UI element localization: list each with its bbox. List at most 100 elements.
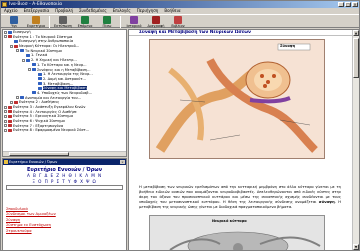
tree-horizontal-scrollbar[interactable] — [3, 151, 126, 156]
book-icon — [8, 128, 12, 132]
toolbar-button-hide[interactable]: Υψι — [3, 15, 25, 28]
tree-item-label: Εισαγωγή στην Ανθρωποποιία — [19, 39, 74, 44]
tree-rows: Εισαγωγή Ενότητα 1 : Το Νευρικό Σύστημα Ει… — [3, 30, 126, 133]
minimize-button[interactable]: _ — [338, 2, 344, 7]
tree-item-label: Συνάψεις και η Μεταβίβαση... — [37, 67, 91, 72]
scroll-up-icon[interactable]: ▲ — [353, 30, 359, 36]
index-panel: Ευρετήριο Εννοιών / Όρων × Ευρετήριο Ενν… — [2, 158, 127, 251]
toolbar-button-label: Ιστορικό — [126, 24, 142, 28]
tree-item-label: 2. Δομή και Αστροκύτ... — [43, 76, 86, 81]
index-panel-titlebar: Ευρετήριο Εννοιών / Όρων × — [3, 159, 126, 165]
collapse-icon[interactable] — [4, 30, 7, 34]
toolbar-button-label: Διαγραφή — [147, 24, 165, 28]
toolbar-button-print[interactable]: Εκτύπωση — [52, 15, 74, 28]
expand-icon[interactable] — [4, 128, 7, 132]
book-icon — [8, 105, 12, 109]
toolbar-button-back[interactable]: Πίσω — [96, 15, 118, 28]
tree-item-label: Ενότητα 3 : Ανάπτυξη Εγκεφάλου Κινών — [13, 105, 86, 109]
book-icon — [38, 86, 42, 90]
content-vertical-scrollbar[interactable]: ▲ ▼ — [352, 30, 359, 250]
toolbar-button-book[interactable]: Βιβλίον — [167, 15, 189, 28]
expand-icon[interactable] — [4, 119, 7, 123]
paragraph-bold-term: σύναψη — [318, 200, 335, 204]
toolbar-button-label: Βιβλίον — [171, 24, 185, 28]
contents-tree[interactable]: Εισαγωγή Ενότητα 1 : Το Νευρικό Σύστημα Ει… — [2, 29, 127, 157]
expand-icon[interactable] — [4, 114, 7, 118]
neuron-illustration: Νευρικό κύτταρο — [149, 215, 325, 250]
scroll-thumb[interactable] — [9, 152, 69, 156]
tree-item-label: Ανατομία και Λειτουργία του... — [25, 95, 82, 100]
book-icon — [32, 91, 36, 95]
toolbar-button-delete[interactable]: Διαγραφή — [145, 15, 167, 28]
expand-icon[interactable] — [4, 124, 7, 128]
book-icon — [20, 96, 24, 100]
index-panel-title: Ευρετήριο Εννοιών / Όρων — [9, 160, 58, 164]
hide-icon — [10, 16, 18, 24]
book-icon — [8, 124, 12, 128]
history-icon — [130, 16, 138, 24]
book-icon — [20, 49, 24, 53]
tree-item-label: 1. Γενικά — [31, 53, 48, 58]
close-button[interactable]: × — [352, 2, 358, 7]
tree-item[interactable]: Ενότητα 8 : Εφαρμοσμένα Νευρικό Σύστ... — [3, 128, 126, 133]
application-window: Ινα-Βιοσ - Α-Εθανοποιία _ □ × Αρχείο Επε… — [0, 0, 360, 251]
index-panel-icon — [4, 160, 8, 164]
content-pane: Σύναψη και Μεταβίβαση των Νευρικών Ώσεων… — [128, 29, 360, 251]
book-icon — [14, 44, 18, 48]
book-icon — [32, 63, 36, 67]
collapse-icon[interactable] — [22, 58, 25, 62]
forward-icon — [81, 16, 89, 24]
tree-item-label: Ενότητα 2 : Αισθήσεις — [19, 100, 60, 105]
tree-item-label: Το Νευρικό Σύστημα — [25, 48, 62, 53]
figure-label-synapse: Σύναψη — [280, 44, 296, 48]
toolbar-button-index[interactable]: Ευρετήριο — [25, 15, 47, 28]
toolbar-button-label: Επόμενο — [77, 24, 93, 28]
scroll-down-icon[interactable]: ▼ — [353, 244, 359, 250]
book-icon — [14, 39, 18, 43]
index-search-input[interactable] — [6, 185, 123, 190]
scroll-thumb[interactable] — [353, 38, 359, 78]
index-term-list: Σπονδυλικά Σύνδεσμοι των Αμινοξέων Σύναψη Σ… — [3, 206, 126, 233]
book-icon — [38, 72, 42, 76]
book-icon — [38, 77, 42, 81]
content-paragraph: Η μεταβίβαση των νευρικών ερεθισμάτων απ… — [139, 185, 341, 210]
toolbar-button-label: Ευρετήριο — [26, 24, 46, 28]
book-icon — [26, 58, 30, 62]
tree-item-label: 2. Η Χημική και Ηλεκτρ... — [31, 58, 77, 63]
collapse-icon[interactable] — [28, 68, 31, 71]
toolbar-button-label: Πίσω — [102, 24, 112, 28]
tree-item-label: Ενότητα 1 : Το Νευρικό Σύστημα — [13, 34, 73, 39]
expand-icon[interactable] — [4, 110, 7, 114]
tree-item-label: Ενότητα 5 : Ερευνητικά Σύστημα — [13, 114, 73, 119]
expand-icon[interactable] — [4, 105, 7, 109]
delete-icon — [152, 16, 160, 24]
app-icon — [2, 2, 7, 7]
close-icon[interactable]: × — [120, 160, 125, 164]
tree-item-label: 4. Υποδοχείς των Νευροδιαβ... — [37, 90, 93, 95]
collapse-icon[interactable] — [10, 44, 13, 48]
collapse-icon[interactable] — [16, 49, 19, 53]
index-term-link[interactable]: Στρουκτούρα — [6, 228, 126, 233]
toolbar-button-history[interactable]: Ιστορικό — [123, 15, 145, 28]
collapse-icon[interactable] — [4, 35, 7, 39]
book-icon — [38, 82, 42, 86]
tree-item-label: Ενότητα 4 : Λειτουργίες Ο Αισθήσε — [13, 109, 77, 114]
index-icon — [32, 16, 40, 24]
maximize-button[interactable]: □ — [345, 2, 351, 7]
book-icon — [8, 114, 12, 118]
print-icon — [59, 16, 67, 24]
toolbar-button-label: Υψι — [11, 24, 17, 28]
expand-icon[interactable] — [16, 96, 19, 100]
figure-label-neuron: Νευρικό κύτταρο — [212, 219, 247, 223]
toolbar-button-label: Εκτύπωση — [54, 24, 72, 28]
synapse-drawing — [150, 40, 324, 158]
book-icon — [8, 110, 12, 114]
tree-item-label: Εισαγωγή — [13, 30, 31, 34]
toolbar: Υψι Ευρετήριο Εκτύπωση Επόμενο Πίσω Ιστορικό Δ… — [1, 14, 359, 28]
expand-icon[interactable] — [10, 100, 13, 104]
alphabet-row-2[interactable]: Ξ Ο Π Ρ Σ Τ Υ Φ Χ Ψ Ω — [3, 179, 126, 185]
tree-item-label: Ενότητα 6 : Ψυχικά Σύστημα — [13, 119, 65, 124]
book-icon — [26, 53, 30, 57]
toolbar-button-forward[interactable]: Επόμενο — [74, 15, 96, 28]
tree-item-label: 1. Το Κύτταρο και η Νευρ... — [37, 62, 87, 67]
